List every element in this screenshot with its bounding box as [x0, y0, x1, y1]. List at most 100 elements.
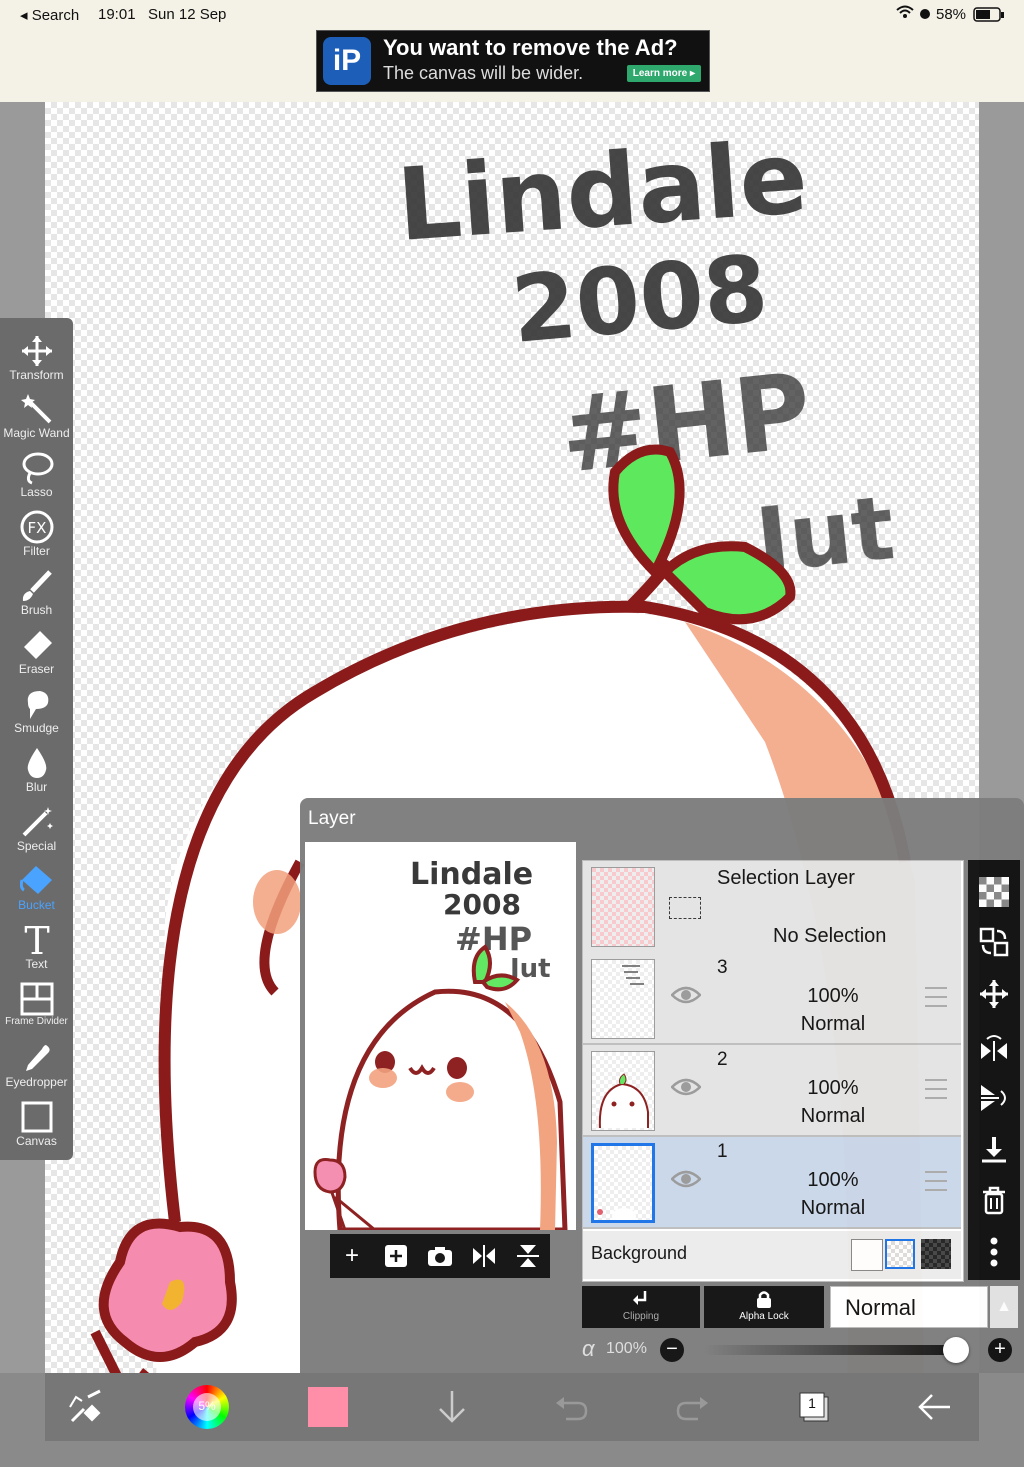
- selection-layer-thumbnail: [591, 867, 655, 947]
- blend-mode-arrow-icon[interactable]: ▲: [990, 1286, 1018, 1328]
- selection-layer-row[interactable]: Selection Layer No Selection: [583, 861, 961, 955]
- tool-brush[interactable]: Brush: [0, 561, 73, 619]
- layer-row[interactable]: 3 100% Normal: [583, 953, 961, 1045]
- drag-handle-icon[interactable]: [925, 1079, 947, 1099]
- tool-text[interactable]: T Text: [0, 915, 73, 973]
- lasso-icon: [22, 452, 53, 485]
- layer-number: 3: [717, 957, 728, 978]
- ibis-paint-logo-icon: iP: [323, 37, 371, 85]
- more-options-button[interactable]: [976, 1234, 1012, 1270]
- tool-special[interactable]: Special: [0, 797, 73, 855]
- layer-panel: Layer Lindale 2008 #HP Jut + Selection L…: [300, 798, 1024, 1373]
- brush-icon: [22, 570, 52, 601]
- opacity-increase-button[interactable]: +: [988, 1338, 1012, 1362]
- alpha-lock-label: Alpha Lock: [739, 1311, 789, 1322]
- tool-eyedropper[interactable]: Eyedropper: [0, 1033, 73, 1091]
- opacity-decrease-button[interactable]: −: [660, 1338, 684, 1362]
- smudge-icon: [27, 691, 48, 719]
- tool-label: Canvas: [16, 1134, 57, 1148]
- opacity-slider-thumb[interactable]: [943, 1337, 969, 1363]
- bucket-icon: [19, 866, 52, 894]
- flip-horizontal-icon: [473, 1245, 495, 1267]
- layers-button[interactable]: 1: [794, 1387, 834, 1427]
- tool-label: Brush: [20, 603, 53, 617]
- background-label: Background: [591, 1243, 688, 1263]
- selection-marquee-icon: [669, 897, 701, 919]
- merge-down-button[interactable]: [976, 1132, 1012, 1168]
- flip-horizontal-button[interactable]: [468, 1240, 500, 1272]
- tool-smudge[interactable]: Smudge: [0, 679, 73, 737]
- move-layer-button[interactable]: [976, 976, 1012, 1012]
- color-wheel-icon: 5%: [185, 1385, 229, 1429]
- add-layer-square-button[interactable]: [380, 1240, 412, 1272]
- flip-layer-vertical-button[interactable]: [976, 1080, 1012, 1116]
- background-dark-swatch[interactable]: [921, 1239, 951, 1269]
- background-white-swatch[interactable]: [851, 1239, 883, 1271]
- background-transparent-swatch[interactable]: [885, 1239, 915, 1269]
- layer-row[interactable]: 2 100% Normal: [583, 1045, 961, 1137]
- eraser-icon: [23, 631, 52, 659]
- download-button[interactable]: [432, 1387, 472, 1427]
- redo-icon: [676, 1397, 708, 1421]
- clipping-button[interactable]: Clipping: [582, 1286, 700, 1328]
- move-icon: [980, 980, 1008, 1008]
- visibility-eye-icon[interactable]: [671, 983, 701, 1007]
- tool-label: Magic Wand: [3, 426, 70, 440]
- tool-label: Smudge: [14, 721, 59, 735]
- flip-layer-horizontal-button[interactable]: [976, 1030, 1012, 1066]
- layer-row-selected[interactable]: 1 100% Normal: [583, 1137, 961, 1229]
- visibility-eye-icon[interactable]: [671, 1167, 701, 1191]
- tool-filter[interactable]: FX Filter: [0, 502, 73, 560]
- tool-transform[interactable]: Transform: [0, 326, 73, 384]
- add-layer-button[interactable]: +: [336, 1240, 368, 1272]
- current-color-button[interactable]: [308, 1387, 348, 1427]
- camera-import-button[interactable]: [424, 1240, 456, 1272]
- preview-text-year: 2008: [443, 888, 521, 921]
- layer-canvas-preview[interactable]: Lindale 2008 #HP Jut: [305, 842, 576, 1230]
- tool-blur[interactable]: Blur: [0, 738, 73, 796]
- layer-blend-mode: Normal: [800, 1105, 866, 1127]
- tool-label: Lasso: [20, 485, 53, 499]
- preview-artwork: Lindale 2008 #HP Jut: [313, 857, 568, 1230]
- layer-panel-title: Layer: [308, 808, 356, 829]
- camera-icon: [428, 1247, 452, 1266]
- learn-more-button[interactable]: Learn more ▸: [626, 65, 701, 82]
- tool-bucket[interactable]: Bucket: [0, 856, 73, 914]
- layer-opacity: 100%: [807, 1169, 859, 1191]
- delete-layer-button[interactable]: [976, 1182, 1012, 1218]
- tool-label: Bucket: [18, 898, 55, 912]
- layer-count: 1: [808, 1395, 816, 1411]
- visibility-eye-icon[interactable]: [671, 1075, 701, 1099]
- clipping-arrow-icon: [633, 1291, 647, 1305]
- undo-button[interactable]: [552, 1387, 592, 1427]
- tool-frame-divider[interactable]: Frame Divider: [0, 974, 73, 1032]
- checkerboard-icon: [979, 877, 1009, 907]
- transparency-toggle-button[interactable]: [976, 874, 1012, 910]
- opacity-slider[interactable]: [704, 1337, 969, 1363]
- back-button[interactable]: [914, 1387, 954, 1427]
- arrow-down-icon: [439, 1391, 465, 1423]
- tool-magic-wand[interactable]: Magic Wand: [0, 384, 73, 442]
- alpha-lock-button[interactable]: Alpha Lock: [704, 1286, 824, 1328]
- status-bar: ◂ Search 19:01 Sun 12 Sep 58%: [0, 0, 1024, 30]
- flip-vertical-button[interactable]: [512, 1240, 544, 1272]
- drag-handle-icon[interactable]: [925, 987, 947, 1007]
- artwork-text-year: 2008: [508, 235, 772, 364]
- background-row[interactable]: Background: [583, 1231, 961, 1279]
- redo-button[interactable]: [672, 1387, 712, 1427]
- status-date: Sun 12 Sep: [148, 6, 227, 23]
- ad-banner[interactable]: iP You want to remove the Ad? The canvas…: [316, 30, 710, 92]
- selection-layer-name: Selection Layer: [717, 867, 855, 889]
- back-to-search-link[interactable]: ◂ Search: [20, 6, 79, 24]
- wifi-icon: [896, 5, 914, 23]
- tool-lasso[interactable]: Lasso: [0, 443, 73, 501]
- eyedropper-icon: [25, 1045, 50, 1071]
- drag-handle-icon[interactable]: [925, 1171, 947, 1191]
- tool-eraser[interactable]: Eraser: [0, 620, 73, 678]
- color-wheel-button[interactable]: 5%: [185, 1385, 231, 1431]
- tool-toggle-button[interactable]: [66, 1387, 106, 1427]
- copy-layer-button[interactable]: [976, 924, 1012, 960]
- opacity-row: α 100% − +: [582, 1336, 1022, 1366]
- blend-mode-select[interactable]: Normal: [830, 1286, 988, 1328]
- tool-canvas[interactable]: Canvas: [0, 1092, 73, 1150]
